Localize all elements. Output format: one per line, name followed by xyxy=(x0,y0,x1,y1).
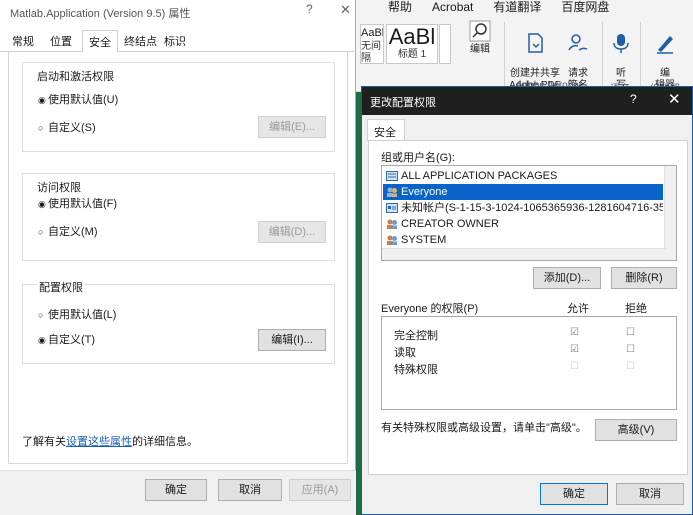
remove-button[interactable]: 删除(R) xyxy=(611,267,677,289)
config-edit-button[interactable]: 编辑(I)... xyxy=(258,329,326,351)
properties-dialog: Matlab.Application (Version 9.5) 属性 ? ✕ … xyxy=(0,0,356,515)
group-users-label: 组或用户名(G): xyxy=(381,152,455,164)
permissions-header: Everyone 的权限(P) xyxy=(381,303,479,315)
radio-checked-icon: ◉ xyxy=(38,95,46,105)
access-custom-radio[interactable]: ○ 自定义(M) xyxy=(38,223,98,239)
radio-checked-icon: ◉ xyxy=(38,199,46,209)
edit-button[interactable]: 编辑 xyxy=(462,20,498,56)
unknown-account-icon xyxy=(386,203,398,213)
add-button[interactable]: 添加(D)... xyxy=(533,267,601,289)
list-item[interactable]: CREATOR OWNER xyxy=(383,216,663,232)
list-item-selected[interactable]: Everyone xyxy=(383,184,663,200)
horizontal-scrollbar[interactable] xyxy=(382,248,666,260)
allow-header: 允许 xyxy=(567,303,589,315)
tab-location[interactable]: 位置 xyxy=(50,33,72,49)
ribbon-tab-help[interactable]: 帮助 xyxy=(388,0,412,16)
signature-icon xyxy=(568,34,588,51)
users-group-icon xyxy=(387,235,397,245)
style-no-spacing[interactable]: AaBbCcDc 无间隔 xyxy=(360,24,384,64)
close-icon[interactable]: ✕ xyxy=(668,90,681,108)
style-heading-1[interactable]: AaBl 标题 1 xyxy=(386,24,438,64)
launch-custom-radio[interactable]: ○ 自定义(S) xyxy=(38,119,96,135)
permissions-title: 更改配置权限 xyxy=(370,97,436,109)
advanced-button[interactable]: 高级(V) xyxy=(595,419,677,441)
ribbon-tabs: 视图 帮助 Acrobat 有道翻译 百度网盘 xyxy=(356,0,693,16)
dialog-title: Matlab.Application (Version 9.5) 属性 xyxy=(10,8,191,20)
style-scroll-arrows[interactable] xyxy=(439,24,451,64)
tab-security[interactable]: 安全 xyxy=(82,30,118,53)
config-custom-radio[interactable]: ◉ 自定义(T) xyxy=(38,331,95,347)
cancel-button[interactable]: 取消 xyxy=(218,479,282,501)
ribbon-tab-acrobat[interactable]: Acrobat xyxy=(432,0,473,16)
pdf-share-icon xyxy=(528,33,543,53)
permissions-help-button[interactable]: ? xyxy=(630,92,637,106)
launch-default-radio[interactable]: ◉ 使用默认值(U) xyxy=(38,91,118,107)
config-group xyxy=(22,284,335,364)
tab-strip: 常规 位置 安全 终结点 标识 xyxy=(0,30,356,53)
special-allow-checkbox[interactable]: ☐ xyxy=(570,361,579,372)
read-deny-checkbox[interactable]: ☐ xyxy=(626,344,635,355)
tab-identity[interactable]: 标识 xyxy=(164,33,186,49)
access-label: 访问权限 xyxy=(37,182,81,194)
permissions-list: 完全控制 ☑ ☐ 读取 ☑ ☐ 特殊权限 ☐ ☐ xyxy=(381,316,677,410)
packages-icon xyxy=(386,171,398,181)
radio-unchecked-icon: ○ xyxy=(38,227,44,237)
special-deny-checkbox[interactable]: ☐ xyxy=(626,361,635,372)
close-icon[interactable]: ✕ xyxy=(340,2,351,18)
perm-read-label: 读取 xyxy=(394,347,416,359)
security-panel: 组或用户名(G): ALL APPLICATION PACKAGES Every… xyxy=(368,140,688,475)
perm-special-label: 特殊权限 xyxy=(394,364,438,376)
apply-button[interactable]: 应用(A) xyxy=(289,479,351,501)
tab-endpoints[interactable]: 终结点 xyxy=(124,33,157,49)
access-default-radio[interactable]: ◉ 使用默认值(F) xyxy=(38,195,117,211)
cancel-button[interactable]: 取消 xyxy=(616,483,684,505)
launch-activation-label: 启动和激活权限 xyxy=(37,71,114,83)
radio-unchecked-icon: ○ xyxy=(38,123,44,133)
users-group-icon xyxy=(387,187,397,197)
users-group-icon xyxy=(387,219,397,229)
launch-edit-button[interactable]: 编辑(E)... xyxy=(258,116,326,138)
read-allow-checkbox[interactable]: ☑ xyxy=(570,344,579,355)
list-item[interactable]: 未知帐户(S-1-15-3-1024-1065365936-1281604716… xyxy=(383,200,663,216)
permissions-dialog: 更改配置权限 ? ✕ 安全 组或用户名(G): ALL APPLICATION … xyxy=(361,86,693,515)
access-edit-button[interactable]: 编辑(D)... xyxy=(258,221,326,243)
permissions-titlebar: 更改配置权限 ? ✕ xyxy=(362,87,692,115)
config-default-radio[interactable]: ○ 使用默认值(L) xyxy=(38,306,116,322)
list-item[interactable]: ALL APPLICATION PACKAGES xyxy=(383,168,663,184)
list-item[interactable]: SYSTEM xyxy=(383,232,663,248)
learn-more-text: 了解有关设置这些属性的详细信息。 xyxy=(22,436,198,448)
learn-more-link[interactable]: 设置这些属性 xyxy=(66,436,132,448)
ribbon-body: AaBbCcDc 无间隔 AaBl 标题 1 编辑 创建并共享 Adobe PD… xyxy=(356,18,693,95)
ribbon-tab-youdao[interactable]: 有道翻译 xyxy=(493,0,541,16)
tab-general[interactable]: 常规 xyxy=(12,33,34,49)
advanced-note: 有关特殊权限或高级设置，请单击"高级"。 xyxy=(381,422,587,434)
vertical-scrollbar[interactable] xyxy=(664,166,676,260)
word-ribbon: 视图 帮助 Acrobat 有道翻译 百度网盘 AaBbCcDc 无间隔 AaB… xyxy=(356,0,693,95)
user-list[interactable]: ALL APPLICATION PACKAGES Everyone 未知帐户(S… xyxy=(381,165,677,261)
microphone-icon xyxy=(613,34,629,53)
full-control-deny-checkbox[interactable]: ☐ xyxy=(626,327,635,338)
ok-button[interactable]: 确定 xyxy=(145,479,207,501)
radio-checked-icon: ◉ xyxy=(38,335,46,345)
search-icon xyxy=(469,20,491,42)
ribbon-tab-baidu[interactable]: 百度网盘 xyxy=(561,0,609,16)
radio-unchecked-icon: ○ xyxy=(38,310,44,320)
config-label: 配置权限 xyxy=(37,279,85,295)
help-button[interactable]: ? xyxy=(306,2,313,16)
pen-editor-icon xyxy=(657,36,673,54)
ok-button[interactable]: 确定 xyxy=(540,483,608,505)
full-control-allow-checkbox[interactable]: ☑ xyxy=(570,327,579,338)
perm-full-control-label: 完全控制 xyxy=(394,330,438,342)
tab-security[interactable]: 安全 xyxy=(367,119,405,141)
deny-header: 拒绝 xyxy=(625,303,647,315)
